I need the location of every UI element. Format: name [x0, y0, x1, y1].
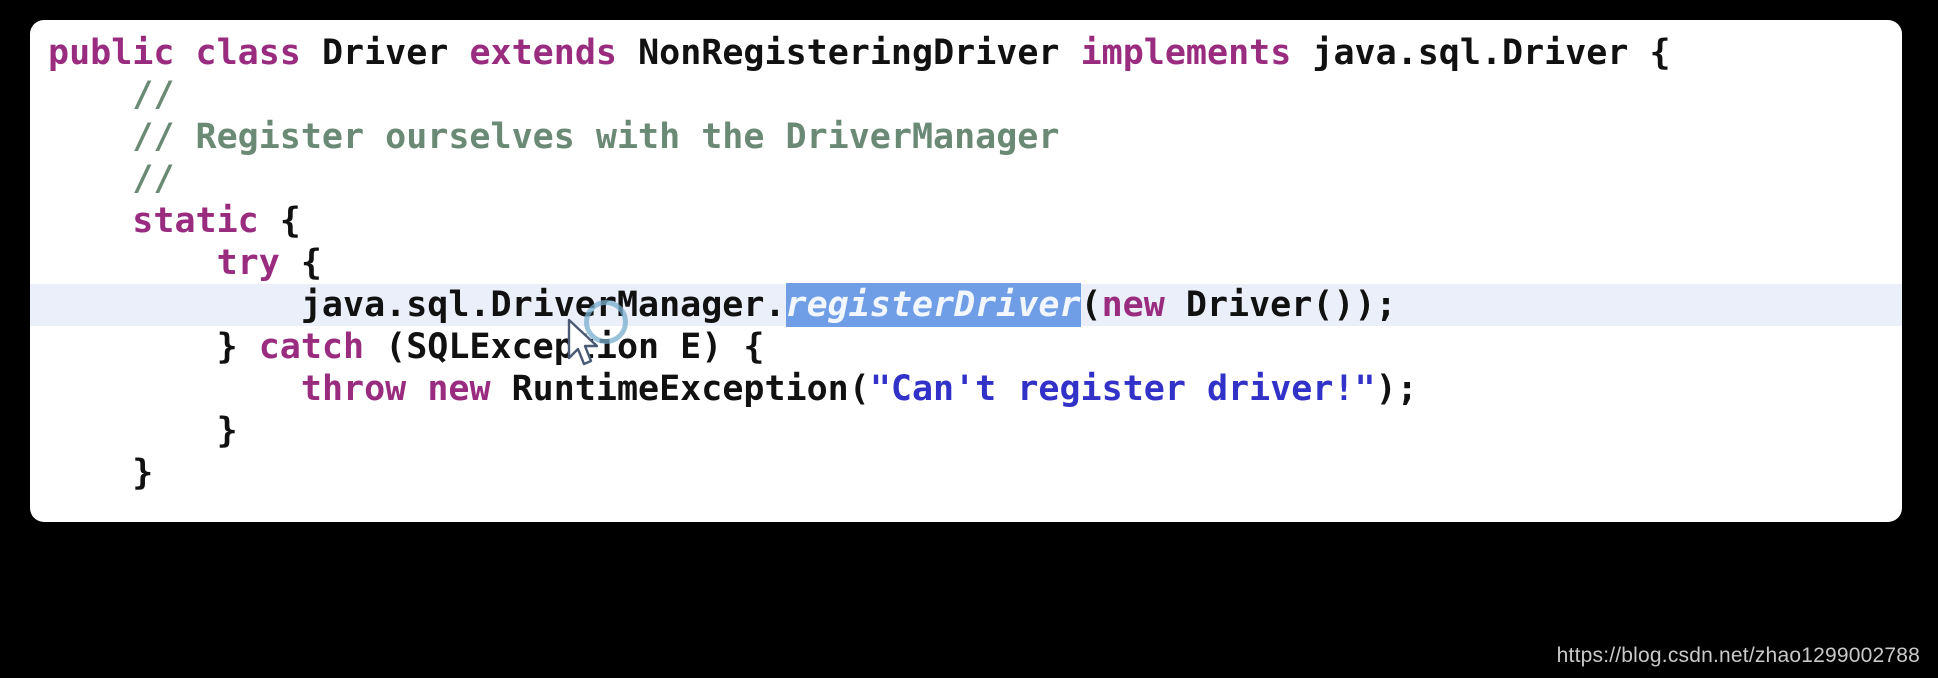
- code-line[interactable]: //: [30, 158, 1902, 200]
- code-line[interactable]: }: [30, 410, 1902, 452]
- code-line[interactable]: }: [30, 452, 1902, 494]
- code-token-comment: //: [48, 75, 175, 115]
- code-line[interactable]: public class Driver extends NonRegisteri…: [30, 32, 1902, 74]
- code-line[interactable]: try {: [30, 242, 1902, 284]
- code-token-keyword: public: [48, 33, 175, 73]
- selected-token[interactable]: registerDriver: [785, 283, 1081, 327]
- code-token-plain: java.sql.Driver {: [1312, 33, 1671, 73]
- code-token-keyword: static: [132, 201, 259, 241]
- watermark-url: https://blog.csdn.net/zhao1299002788: [1556, 644, 1920, 667]
- code-token-keyword: new: [427, 369, 491, 409]
- code-editor-panel[interactable]: public class Driver extends NonRegisteri…: [30, 20, 1902, 522]
- code-line[interactable]: // Register ourselves with the DriverMan…: [30, 116, 1902, 158]
- code-line[interactable]: static {: [30, 200, 1902, 242]
- code-token-comment: //: [48, 159, 175, 199]
- code-token-plain: (SQLException E) {: [364, 327, 765, 367]
- code-line[interactable]: //: [30, 74, 1902, 116]
- code-token-plain: (: [1080, 285, 1102, 325]
- code-token-keyword: throw: [300, 369, 407, 409]
- code-line[interactable]: java.sql.DriverManager.registerDriver(ne…: [30, 283, 1902, 327]
- code-token-plain: Driver: [321, 33, 449, 73]
- code-token-plain: Driver());: [1164, 285, 1397, 325]
- code-token-plain: }: [48, 453, 154, 493]
- code-token-plain: );: [1375, 369, 1418, 409]
- code-line[interactable]: } catch (SQLException E) {: [30, 326, 1902, 368]
- code-token-plain: }: [48, 327, 259, 367]
- code-token-keyword: catch: [258, 327, 365, 367]
- code-token-keyword: extends: [469, 33, 617, 73]
- code-line[interactable]: throw new RuntimeException("Can't regist…: [30, 368, 1902, 410]
- code-token-keyword: class: [195, 33, 301, 73]
- code-token-plain: {: [258, 201, 301, 241]
- code-token-keyword: try: [216, 243, 280, 283]
- code-token-plain: NonRegisteringDriver: [638, 33, 1060, 73]
- code-line-list: public class Driver extends NonRegisteri…: [30, 20, 1902, 494]
- code-token-keyword: implements: [1080, 33, 1292, 73]
- screenshot-root: public class Driver extends NonRegisteri…: [0, 0, 1938, 678]
- code-token-plain: {: [279, 243, 322, 283]
- code-token-plain: java.sql.DriverManager.: [48, 285, 786, 325]
- code-token-plain: RuntimeException(: [490, 369, 870, 409]
- code-token-string: "Can't register driver!": [869, 369, 1376, 409]
- code-token-plain: }: [48, 411, 238, 451]
- code-token-keyword: new: [1101, 285, 1165, 325]
- code-token-comment: // Register ourselves with the DriverMan…: [48, 117, 1060, 157]
